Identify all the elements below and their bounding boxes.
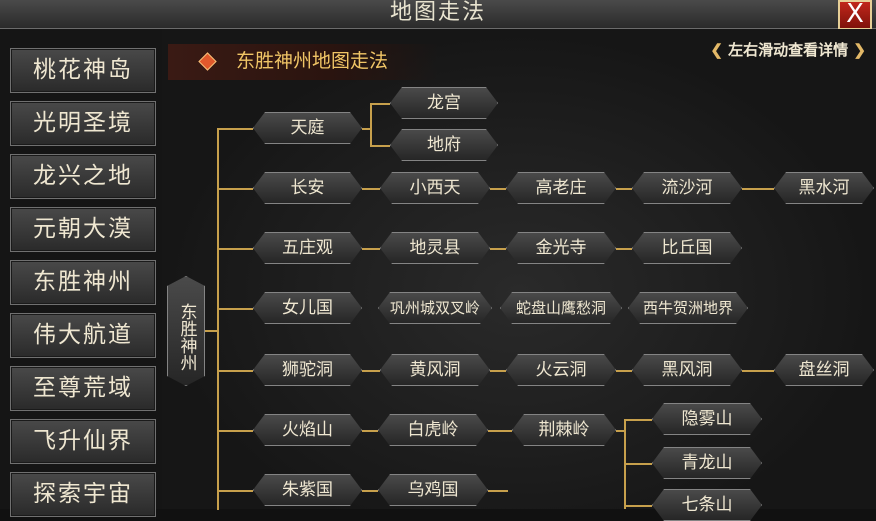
- map-node[interactable]: 龙宫: [390, 87, 498, 119]
- row-connector: [488, 490, 508, 492]
- map-node[interactable]: 流沙河: [632, 172, 742, 204]
- map-node[interactable]: 黑水河: [774, 172, 874, 204]
- map-node[interactable]: 朱紫国: [253, 474, 362, 506]
- map-node[interactable]: 火焰山: [253, 414, 362, 446]
- map-node[interactable]: 黑风洞: [632, 354, 742, 386]
- row-connector: [490, 370, 506, 372]
- branch-line: [217, 490, 253, 492]
- chevron-right-icon: ❯: [853, 41, 866, 59]
- sidebar-item-feisheng[interactable]: 飞升仙界: [10, 419, 156, 464]
- branch-line: [217, 248, 253, 250]
- map-node[interactable]: 七条山: [652, 489, 762, 521]
- map-node[interactable]: 隐雾山: [652, 403, 762, 435]
- map-node[interactable]: 荆棘岭: [512, 414, 616, 446]
- branch-line: [217, 188, 253, 190]
- row-connector: [490, 248, 506, 250]
- row-connector: [616, 370, 632, 372]
- fork-line: [370, 103, 390, 105]
- root-node[interactable]: 东胜神州: [167, 276, 205, 386]
- swipe-hint-text: 左右滑动查看详情: [728, 41, 849, 59]
- branch-line: [217, 308, 253, 310]
- sidebar-item-zhizun[interactable]: 至尊荒域: [10, 366, 156, 411]
- map-node[interactable]: 长安: [253, 172, 362, 204]
- sidebar: 桃花神岛 光明圣境 龙兴之地 元朝大漠 东胜神州 伟大航道 至尊荒域 飞升仙界 …: [0, 29, 162, 517]
- branch-line: [217, 370, 253, 372]
- swipe-hint: ❮ 左右滑动查看详情 ❯: [710, 39, 866, 61]
- row-connector: [616, 188, 632, 190]
- map-node[interactable]: 狮驼洞: [253, 354, 362, 386]
- map-node[interactable]: 巩州城双叉岭: [378, 292, 492, 324]
- sidebar-item-tansuo[interactable]: 探索宇宙: [10, 472, 156, 517]
- map-node[interactable]: 黄风洞: [380, 354, 490, 386]
- row-connector: [362, 248, 380, 250]
- row-connector: [490, 188, 506, 190]
- map-node[interactable]: 比丘国: [632, 232, 742, 264]
- map-node[interactable]: 高老庄: [506, 172, 616, 204]
- fork-line: [624, 505, 652, 507]
- row-connector: [362, 370, 380, 372]
- branch-line: [217, 128, 253, 130]
- map-node[interactable]: 蛇盘山鹰愁洞: [500, 292, 622, 324]
- map-node[interactable]: 盘丝洞: [774, 354, 874, 386]
- map-node[interactable]: 地府: [390, 129, 498, 161]
- map-node[interactable]: 白虎岭: [378, 414, 488, 446]
- map-node[interactable]: 小西天: [380, 172, 490, 204]
- trunk-line: [217, 128, 219, 510]
- fork-line: [370, 103, 372, 147]
- section-title: 东胜神州地图走法: [236, 50, 389, 72]
- row-connector: [742, 188, 774, 190]
- row-connector: [488, 430, 512, 432]
- row-connector: [362, 430, 378, 432]
- sidebar-item-longxing[interactable]: 龙兴之地: [10, 154, 156, 199]
- root-connector: [205, 330, 217, 332]
- sidebar-item-yuanchao[interactable]: 元朝大漠: [10, 207, 156, 252]
- map-node[interactable]: 金光寺: [506, 232, 616, 264]
- row-connector: [362, 490, 378, 492]
- map-node[interactable]: 女儿国: [253, 292, 362, 324]
- map-node[interactable]: 青龙山: [652, 447, 762, 479]
- sidebar-item-guangming[interactable]: 光明圣境: [10, 101, 156, 146]
- map-node[interactable]: 西牛贺洲地界: [628, 292, 748, 324]
- fork-line: [624, 419, 652, 421]
- sidebar-item-taohua[interactable]: 桃花神岛: [10, 48, 156, 93]
- row-connector: [616, 248, 632, 250]
- fork-line: [370, 145, 390, 147]
- close-button[interactable]: X: [838, 0, 872, 30]
- chevron-left-icon: ❮: [710, 41, 723, 59]
- window-title: 地图走法: [389, 0, 486, 25]
- branch-line: [217, 430, 253, 432]
- row-connector: [742, 370, 774, 372]
- sidebar-item-weida[interactable]: 伟大航道: [10, 313, 156, 358]
- map-node[interactable]: 五庄观: [253, 232, 362, 264]
- sidebar-item-dongsheng[interactable]: 东胜神州: [10, 260, 156, 305]
- fork-line: [624, 463, 652, 465]
- map-node[interactable]: 天庭: [253, 112, 362, 144]
- row-connector: [362, 188, 380, 190]
- map-node[interactable]: 火云洞: [506, 354, 616, 386]
- map-node[interactable]: 地灵县: [380, 232, 490, 264]
- map-node[interactable]: 乌鸡国: [378, 474, 488, 506]
